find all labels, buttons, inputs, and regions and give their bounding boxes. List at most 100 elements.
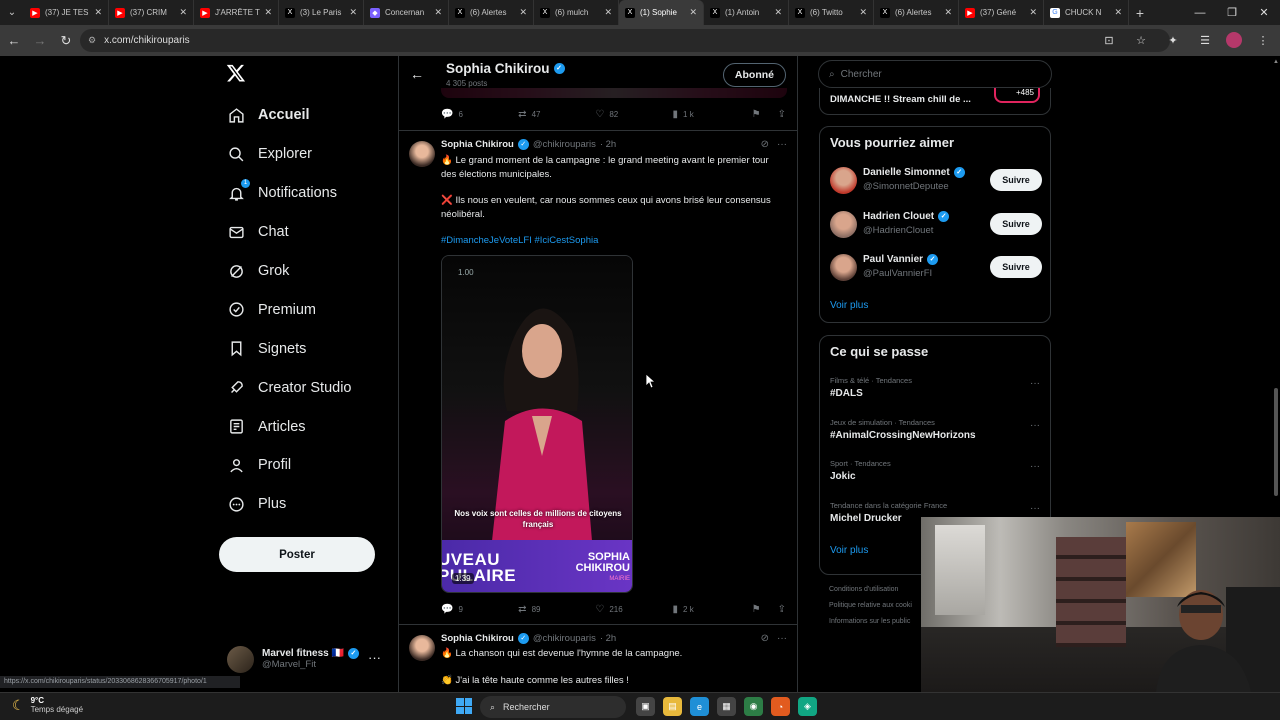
nav-item-creator-studio[interactable]: Creator Studio bbox=[219, 368, 389, 407]
browser-tab[interactable]: G CHUCK N ✕ bbox=[1044, 0, 1129, 25]
account-switcher[interactable]: Marvel fitness 🇫🇷 ✓ @Marvel_Fit ··· bbox=[227, 644, 387, 674]
tweet-time[interactable]: · 2h bbox=[600, 139, 616, 150]
firefox-icon[interactable]: ◔ bbox=[771, 697, 790, 716]
follow-button[interactable]: Suivre bbox=[990, 169, 1042, 191]
suggestions-see-more[interactable]: Voir plus bbox=[830, 300, 868, 311]
follow-button[interactable]: Suivre bbox=[990, 212, 1042, 235]
follow-button[interactable]: Suivre bbox=[990, 256, 1042, 278]
trend-more-icon[interactable]: ··· bbox=[1030, 420, 1040, 431]
like-button[interactable]: ♡ 82 bbox=[595, 109, 672, 120]
suggestion-avatar[interactable] bbox=[830, 167, 857, 194]
taskbar-search[interactable]: ⌕ Rechercher bbox=[480, 696, 626, 718]
tab-close-icon[interactable]: ✕ bbox=[434, 7, 442, 18]
grok-icon[interactable]: ⊘ bbox=[761, 139, 769, 150]
share-button[interactable]: ⇪ bbox=[778, 604, 791, 615]
trend-more-icon[interactable]: ··· bbox=[1030, 503, 1040, 514]
tweet-hashtags[interactable]: #DimancheJeVoteLFI #IciCestSophia bbox=[441, 234, 781, 248]
task-view-icon[interactable]: ▣ bbox=[636, 697, 655, 716]
tweet-author-avatar[interactable] bbox=[409, 141, 435, 167]
like-button[interactable]: ♡ 216 bbox=[595, 604, 672, 615]
back-arrow-icon[interactable]: ← bbox=[410, 66, 424, 82]
nav-item-plus[interactable]: Plus bbox=[219, 485, 389, 524]
tab-close-icon[interactable]: ✕ bbox=[519, 7, 527, 18]
chrome-icon[interactable]: ◉ bbox=[744, 697, 763, 716]
tweet-author-name[interactable]: Sophia Chikirou bbox=[441, 139, 514, 150]
browser-tab[interactable]: ▶ (37) JE TES ✕ bbox=[24, 0, 109, 25]
tweet-author-name[interactable]: Sophia Chikirou bbox=[441, 633, 514, 644]
trend-item[interactable]: Jeux de simulation · Tendances #AnimalCro… bbox=[830, 418, 1042, 448]
search-input[interactable]: ⌕ Chercher bbox=[818, 60, 1052, 88]
tweet[interactable]: Sophia Chikirou ✓ @chikirouparis · 2h ⊘ … bbox=[399, 130, 797, 624]
windows-start-icon[interactable] bbox=[456, 698, 472, 714]
suggestion-item[interactable]: Danielle Simonnet ✓ @SimonnetDeputee Suivre bbox=[830, 167, 1042, 197]
footer-link[interactable]: Informations sur les public bbox=[829, 614, 912, 630]
trends-see-more[interactable]: Voir plus bbox=[830, 545, 868, 556]
suggestion-item[interactable]: Paul Vannier ✓ @PaulVannierFI Suivre bbox=[830, 254, 1042, 284]
extensions-icon[interactable]: ✦ bbox=[1162, 29, 1184, 51]
edge-icon[interactable]: e bbox=[690, 697, 709, 716]
browser-menu-icon[interactable]: ⋮ bbox=[1252, 29, 1274, 51]
browser-tab[interactable]: ▶ (37) Géné ✕ bbox=[959, 0, 1044, 25]
browser-tab[interactable]: X (6) mulch ✕ bbox=[534, 0, 619, 25]
post-button[interactable]: Poster bbox=[219, 537, 375, 572]
file-explorer-icon[interactable]: ▤ bbox=[663, 697, 682, 716]
tab-close-icon[interactable]: ✕ bbox=[944, 7, 952, 18]
nav-item-accueil[interactable]: Accueil bbox=[219, 96, 389, 135]
close-window-icon[interactable]: ✕ bbox=[1248, 0, 1280, 25]
tweet-author-handle[interactable]: @chikirouparis bbox=[533, 139, 596, 150]
nav-item-articles[interactable]: Articles bbox=[219, 407, 389, 446]
maximize-icon[interactable]: ❐ bbox=[1216, 0, 1248, 25]
nav-item-notifications[interactable]: 1 Notifications bbox=[219, 174, 389, 213]
browser-tab[interactable]: X (6) Alertes ✕ bbox=[874, 0, 959, 25]
tweet[interactable]: Sophia Chikirou ✓ @chikirouparis · 2h ⊘ … bbox=[399, 624, 797, 692]
repost-button[interactable]: ⇄ 47 bbox=[518, 109, 595, 120]
browser-tab[interactable]: X (1) Antoin ✕ bbox=[704, 0, 789, 25]
browser-tab[interactable]: ▶ J'ARRÊTE T ✕ bbox=[194, 0, 279, 25]
reply-button[interactable]: 💬 9 bbox=[441, 604, 518, 615]
browser-profile-avatar[interactable] bbox=[1226, 32, 1242, 48]
suggestion-avatar[interactable] bbox=[830, 254, 857, 281]
browser-tab[interactable]: X (6) Twitto ✕ bbox=[789, 0, 874, 25]
views-button[interactable]: ▮ 2 k bbox=[673, 604, 752, 615]
live-stream-card[interactable]: DIMANCHE !! Stream chill de ... +485 bbox=[819, 88, 1051, 115]
scroll-up-icon[interactable]: ▲ bbox=[1273, 59, 1279, 65]
tweet-more-icon[interactable]: ··· bbox=[777, 139, 787, 150]
browser-tab[interactable]: ◆ Concernan ✕ bbox=[364, 0, 449, 25]
tweet-author-avatar[interactable] bbox=[409, 635, 435, 661]
site-info-icon[interactable]: ⚙ bbox=[88, 35, 96, 46]
scrollbar-thumb[interactable] bbox=[1274, 388, 1278, 496]
repost-button[interactable]: ⇄ 89 bbox=[518, 604, 595, 615]
tab-close-icon[interactable]: ✕ bbox=[859, 7, 867, 18]
tab-close-icon[interactable]: ✕ bbox=[604, 7, 612, 18]
tab-close-icon[interactable]: ✕ bbox=[774, 7, 782, 18]
tab-close-icon[interactable]: ✕ bbox=[349, 7, 357, 18]
app-icon[interactable]: ◈ bbox=[798, 697, 817, 716]
following-button[interactable]: Abonné bbox=[722, 63, 786, 87]
tab-close-icon[interactable]: ✕ bbox=[1114, 7, 1122, 18]
tab-search-icon[interactable]: ☰ bbox=[1194, 29, 1216, 51]
tweet-video[interactable]: 1.00 Nos voix sont celles de millions de… bbox=[441, 255, 633, 593]
minimize-icon[interactable]: — bbox=[1184, 0, 1216, 25]
browser-tab[interactable]: X (1) Sophie ✕ bbox=[619, 0, 704, 25]
tab-close-icon[interactable]: ✕ bbox=[264, 7, 272, 18]
bookmark-button[interactable]: ⚑ bbox=[752, 604, 766, 615]
nav-item-explorer[interactable]: Explorer bbox=[219, 135, 389, 174]
trend-item[interactable]: Films & télé · Tendances #DALS ··· bbox=[830, 376, 1042, 406]
nav-item-premium[interactable]: Premium bbox=[219, 290, 389, 329]
nav-item-chat[interactable]: Chat bbox=[219, 213, 389, 252]
nav-item-signets[interactable]: Signets bbox=[219, 329, 389, 368]
tab-close-icon[interactable]: ✕ bbox=[689, 7, 697, 18]
tweet-time[interactable]: · 2h bbox=[600, 633, 616, 644]
back-arrow-icon[interactable]: ← bbox=[2, 29, 26, 53]
x-logo-icon[interactable] bbox=[226, 63, 248, 85]
tweet-author-handle[interactable]: @chikirouparis bbox=[533, 633, 596, 644]
bookmark-button[interactable]: ⚑ bbox=[752, 109, 766, 120]
browser-tab[interactable]: X (3) Le Paris ✕ bbox=[279, 0, 364, 25]
suggestion-avatar[interactable] bbox=[830, 210, 857, 238]
reload-icon[interactable]: ↻ bbox=[54, 29, 78, 53]
trend-more-icon[interactable]: ··· bbox=[1030, 461, 1040, 472]
tab-close-icon[interactable]: ✕ bbox=[94, 7, 102, 18]
account-more-icon[interactable]: ··· bbox=[368, 650, 381, 665]
new-tab-icon[interactable]: + bbox=[1129, 5, 1151, 21]
footer-link[interactable]: Politique relative aux cooki bbox=[829, 598, 912, 614]
